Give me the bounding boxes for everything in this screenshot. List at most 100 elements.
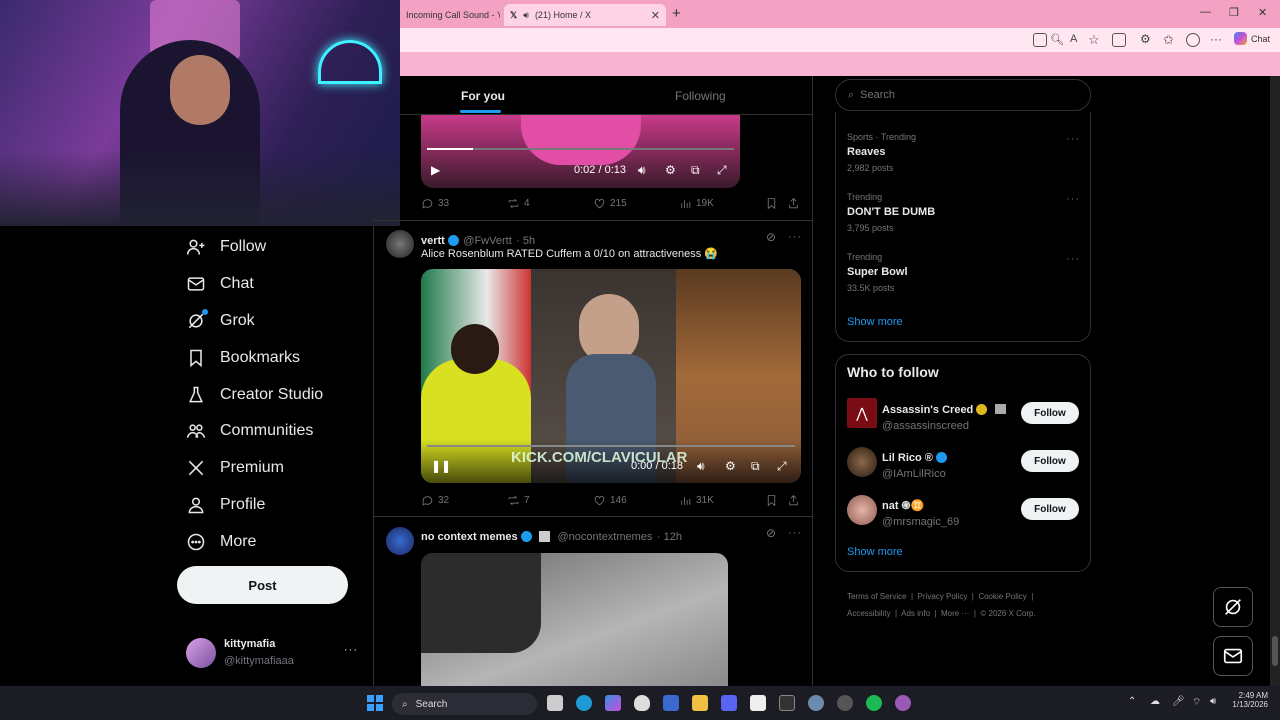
account-menu-icon[interactable]: ··· [344,644,358,656]
reply-button[interactable]: 33 [421,197,449,210]
share-button[interactable] [787,494,800,507]
video-progress-track[interactable] [427,148,734,150]
chevron-up-icon[interactable]: ⌃ [1128,696,1136,707]
window-close-icon[interactable]: ✕ [1258,6,1267,19]
favorites-icon[interactable]: ✩ [1163,32,1174,48]
edge-icon[interactable] [576,695,592,711]
notepad-icon[interactable] [750,695,766,711]
new-tab-icon[interactable]: + [672,5,681,22]
grok-icon[interactable]: ⊘ [766,230,776,244]
system-clock[interactable]: 2:49 AM 1/13/2026 [1228,691,1268,709]
fullscreen-icon[interactable]: ⤢ [777,459,787,474]
follow-suggestion[interactable]: Assassin's Creed @assassinscreed [882,400,1006,432]
copilot-chat-button[interactable]: Chat [1234,32,1270,45]
fullscreen-icon[interactable]: ⤢ [717,163,727,178]
tab-following[interactable]: Following [675,89,726,103]
tweet-time[interactable]: · 5h [516,235,535,247]
repost-button[interactable]: 4 [507,197,530,210]
tab-incoming-call[interactable]: Incoming Call Sound - Yo ✕ [400,4,500,26]
scrollbar[interactable] [1270,76,1280,686]
follow-button[interactable]: Follow [1021,450,1079,472]
trend-more-icon[interactable]: ··· [1066,253,1080,265]
nav-more[interactable]: More [186,532,256,552]
play-icon[interactable]: ▶ [431,163,440,177]
taskbar-search[interactable]: ⌕ Search [392,693,537,715]
like-button[interactable]: 146 [593,494,627,507]
nav-chat[interactable]: Chat [186,274,254,294]
views-button[interactable]: 31K [679,494,714,507]
footer-link[interactable]: More ··· [941,609,969,618]
grok-icon[interactable]: ⊘ [766,526,776,540]
nav-premium[interactable]: Premium [186,458,284,478]
follow-button[interactable]: Follow [1021,498,1079,520]
views-button[interactable]: 19K [679,197,714,210]
avatar[interactable] [186,638,216,668]
author-name[interactable]: vertt [421,235,445,247]
avatar[interactable] [847,495,877,525]
trend-item[interactable]: Sports · Trending Reaves 2,982 posts [847,132,916,173]
avatar[interactable] [386,230,414,258]
bookmark-button[interactable] [765,197,778,210]
tab-for-you[interactable]: For you [461,89,505,103]
close-icon[interactable]: ✕ [651,9,660,22]
settings-icon[interactable]: ⚙ [725,459,736,473]
account-handle[interactable]: @kittymafiaaa [224,655,294,667]
minimize-icon[interactable]: — [1200,6,1211,18]
author-handle[interactable]: @nocontextmemes [558,531,653,543]
show-more-link[interactable]: Show more [847,546,903,558]
follow-button[interactable]: Follow [1021,402,1079,424]
tweet-image[interactable] [421,553,728,686]
show-more-link[interactable]: Show more [847,316,903,328]
zoom-icon[interactable]: 🔍︎ [1050,33,1064,46]
nav-bookmarks[interactable]: Bookmarks [186,348,300,368]
pip-icon[interactable]: ⧉ [691,163,700,178]
trend-more-icon[interactable]: ··· [1066,133,1080,145]
volume-icon[interactable]: 🔊︎ [638,163,646,178]
reply-button[interactable]: 32 [421,494,449,507]
volume-icon[interactable]: 🔊︎ [1210,696,1216,707]
footer-link[interactable]: Terms of Service [847,592,907,601]
restore-icon[interactable]: ❐ [1229,6,1239,19]
tab-home-x[interactable]: 𝕏 🔊︎ (21) Home / X ✕ [504,4,666,26]
author-handle[interactable]: @FwVertt [463,235,511,247]
copilot-icon[interactable] [605,695,621,711]
extensions-icon[interactable]: ⚙ [1140,32,1151,46]
footer-link[interactable]: Accessibility [847,609,891,618]
trend-item[interactable]: Trending Super Bowl 33.5K posts [847,252,908,293]
browser-menu-icon[interactable]: ··· [1210,32,1222,46]
nav-profile[interactable]: Profile [186,495,265,515]
like-button[interactable]: 215 [593,197,627,210]
footer-link[interactable]: Privacy Policy [918,592,968,601]
obs-icon[interactable] [837,695,853,711]
favorite-star-icon[interactable]: ☆ [1088,32,1100,48]
tweet-time[interactable]: · 12h [657,531,682,543]
pip-icon[interactable]: ⧉ [751,459,760,474]
more-options-icon[interactable]: ··· [788,527,802,539]
more-options-icon[interactable]: ··· [788,231,802,243]
search-input[interactable]: ⌕ Search [835,79,1091,111]
trend-item[interactable]: Trending DON'T BE DUMB 3,795 posts [847,192,935,233]
video-progress-track[interactable] [427,445,795,447]
avatar[interactable]: ⋀ [847,398,877,428]
messages-button[interactable] [1213,636,1253,676]
file-explorer-icon[interactable] [692,695,708,711]
footer-link[interactable]: Ads info [901,609,930,618]
author-name[interactable]: no context memes [421,531,518,543]
trend-more-icon[interactable]: ··· [1066,193,1080,205]
alien-app-icon[interactable] [634,695,650,711]
follow-suggestion[interactable]: Lil Rico ® @IAmLilRico [882,448,947,480]
chat-app-icon[interactable] [895,695,911,711]
terminal-icon[interactable] [779,695,795,711]
cloud-icon[interactable]: ☁ [1150,696,1160,707]
settings-icon[interactable]: ⚙ [665,163,676,177]
footer-link[interactable]: Cookie Policy [978,592,1026,601]
store-icon[interactable] [663,695,679,711]
video-player[interactable]: KICK.COM/CLAVICULAR ❚❚ 0:00 / 0:18 🔊︎ ⚙ … [421,269,801,483]
avatar[interactable] [847,447,877,477]
follow-suggestion[interactable]: nat ֍♊ @mrsmagic_69 [882,496,959,528]
pause-icon[interactable]: ❚❚ [431,459,451,473]
grok-button[interactable] [1213,587,1253,627]
nav-grok[interactable]: Grok [186,311,255,331]
video-player[interactable]: ▶ 0:02 / 0:13 🔊︎ ⚙ ⧉ ⤢ [421,115,740,188]
volume-icon[interactable]: 🔊︎ [697,459,705,474]
